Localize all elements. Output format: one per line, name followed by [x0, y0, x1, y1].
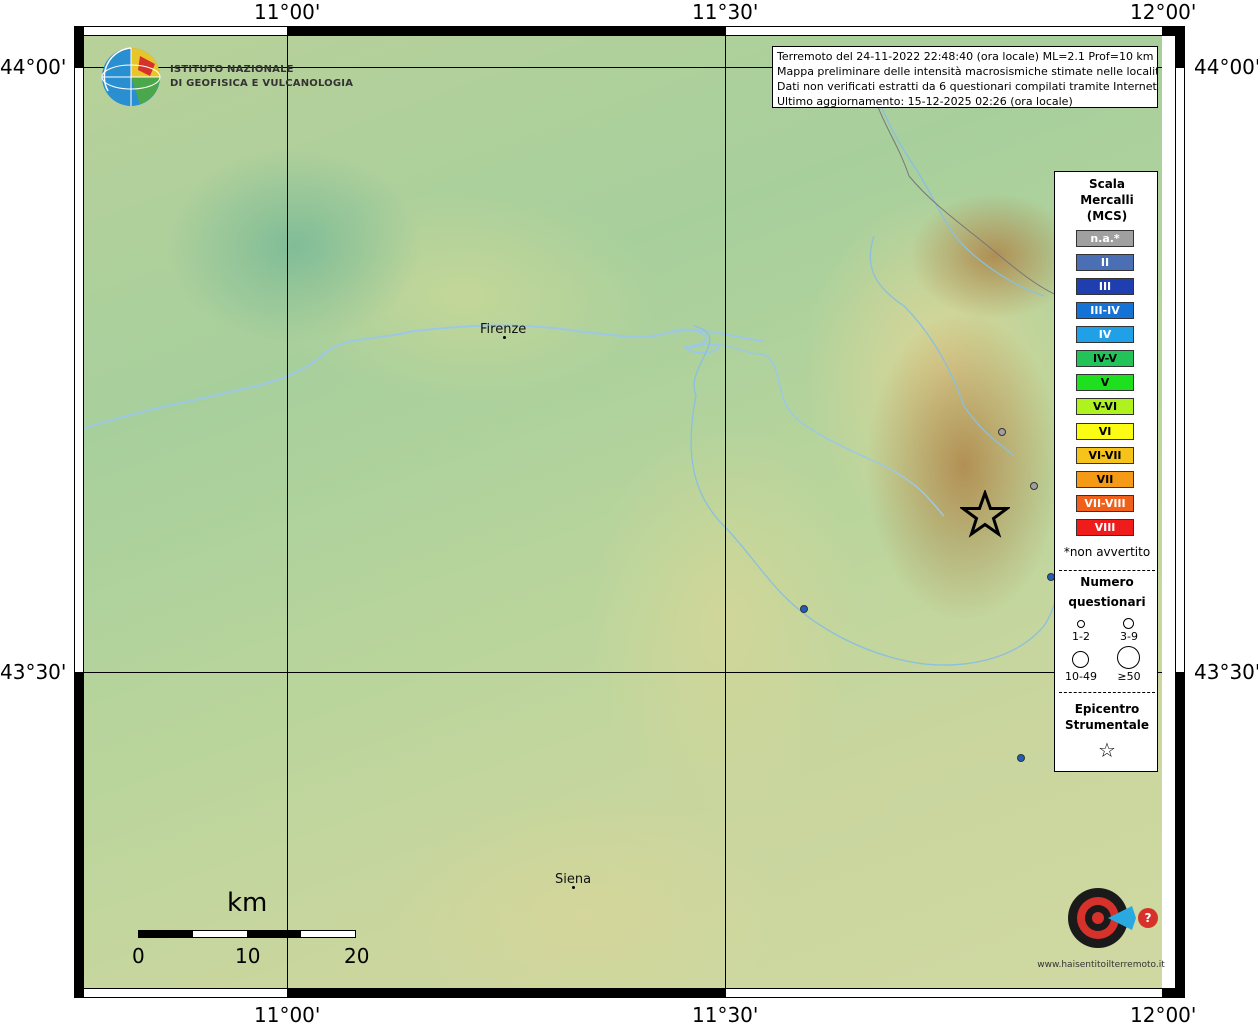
size-circle-3-9 — [1123, 618, 1134, 629]
frame-top-b — [287, 26, 725, 36]
coord-bottom-2: 11°30' — [692, 1003, 759, 1027]
legend-title-2: Mercalli — [1080, 193, 1134, 207]
coord-right-2: 43°30' — [1194, 660, 1258, 684]
place-label-firenze: Firenze — [480, 322, 527, 337]
legend-swatch-v: V — [1076, 374, 1134, 391]
haisentito-target-icon: ? — [1068, 888, 1158, 948]
ingv-globe-icon — [101, 47, 161, 106]
legend-title-1: Scala — [1088, 177, 1126, 191]
legend-count-title-1: Numero — [1080, 575, 1134, 589]
legend-count-title-2: questionari — [1068, 595, 1146, 609]
coord-top-1: 11°00' — [254, 0, 321, 24]
meridian-11-00 — [287, 36, 288, 988]
size-circle-10-49 — [1072, 651, 1089, 668]
coord-bottom-1: 11°00' — [254, 1003, 321, 1027]
legend-divider — [1059, 692, 1155, 693]
ingv-name-line1: ISTITUTO NAZIONALE — [170, 64, 294, 75]
river-arno — [84, 324, 765, 429]
place-dot-firenze — [503, 336, 506, 339]
legend-non-felt-note: *non avvertito — [1063, 545, 1151, 559]
coord-top-2: 11°30' — [692, 0, 759, 24]
frame-right-b — [1175, 67, 1185, 673]
legend-swatch-na: n.a.* — [1076, 230, 1134, 247]
size-circle-50 — [1117, 646, 1140, 669]
info-line-1: Terremoto del 24-11-2022 22:48:40 (ora l… — [777, 50, 1154, 63]
coord-top-3: 12°00' — [1130, 0, 1197, 24]
legend-swatch-iv-v: IV-V — [1076, 350, 1134, 367]
parallel-43-30 — [84, 672, 1162, 673]
legend-swatch-v-vi: V-VI — [1076, 398, 1134, 415]
observation-marker[interactable] — [998, 428, 1006, 436]
ingv-name-line2: DI GEOFISICA E VULCANOLOGIA — [170, 78, 354, 89]
size-label-1-2: 1-2 — [1072, 630, 1090, 643]
size-label-3-9: 3-9 — [1120, 630, 1138, 643]
legend-swatch-ii: II — [1076, 254, 1134, 271]
info-line-2: Mappa preliminare delle intensità macros… — [777, 65, 1158, 78]
legend-swatch-vii: VII — [1076, 471, 1134, 488]
legend-title-3: (MCS) — [1086, 209, 1128, 223]
frame-bottom-c — [725, 988, 1163, 998]
frame-right-c — [1175, 672, 1185, 998]
size-label-10-49: 10-49 — [1065, 670, 1097, 683]
haisentito-url: www.haisentitoilterremoto.it — [1037, 960, 1165, 970]
scale-tick-0: 0 — [132, 944, 145, 968]
info-line-4: Ultimo aggiornamento: 15-12-2025 02:26 (… — [777, 95, 1073, 108]
place-label-siena: Siena — [555, 872, 592, 887]
observation-marker[interactable] — [1017, 754, 1025, 762]
legend-epicenter-star-icon: ☆ — [1098, 738, 1116, 762]
frame-bottom-b — [287, 988, 725, 998]
frame-top-c — [725, 26, 1163, 36]
coord-left-1: 44°00' — [0, 55, 67, 79]
coord-bottom-3: 12°00' — [1130, 1003, 1197, 1027]
scale-tick-10: 10 — [235, 944, 261, 968]
river-upper — [689, 343, 945, 517]
frame-bottom-a — [74, 988, 288, 998]
legend-swatch-iii: III — [1076, 278, 1134, 295]
legend-swatch-vii-viii: VII-VIII — [1076, 495, 1134, 512]
scale-bar-graphic — [138, 930, 356, 938]
legend-swatch-iii-iv: III-IV — [1076, 302, 1134, 319]
scale-bar: km 0 10 20 — [132, 888, 372, 968]
legend-swatch-viii: VIII — [1076, 519, 1134, 536]
frame-left-a — [74, 26, 84, 68]
scale-tick-20: 20 — [344, 944, 370, 968]
coord-left-2: 43°30' — [0, 660, 67, 684]
frame-right-a — [1175, 26, 1185, 68]
size-label-50: ≥50 — [1117, 670, 1141, 683]
legend-epicenter-title-2: Strumentale — [1064, 718, 1150, 732]
svg-text:?: ? — [1145, 911, 1152, 925]
legend-epicenter-title-1: Epicentro — [1074, 702, 1140, 716]
ingv-logo: ISTITUTO NAZIONALE DI GEOFISICA E VULCAN… — [100, 46, 353, 108]
legend-swatch-iv: IV — [1076, 326, 1134, 343]
admin-border — [873, 95, 1065, 299]
region-boundary — [690, 85, 1065, 666]
place-dot-siena — [572, 886, 575, 889]
legend-divider — [1059, 570, 1155, 571]
frame-top-a — [74, 26, 288, 36]
frame-left-c — [74, 672, 84, 998]
frame-left-b — [74, 67, 84, 673]
meridian-11-30 — [725, 36, 726, 988]
legend-swatch-vi: VI — [1076, 423, 1134, 440]
observation-marker[interactable] — [800, 605, 808, 613]
info-line-3: Dati non verificati estratti da 6 questi… — [777, 80, 1158, 93]
scale-unit-label: km — [227, 888, 268, 918]
observation-marker[interactable] — [1030, 482, 1038, 490]
event-info-box: Terremoto del 24-11-2022 22:48:40 (ora l… — [772, 46, 1158, 108]
coord-right-1: 44°00' — [1194, 55, 1258, 79]
mcs-legend: Scala Mercalli (MCS) n.a.* II III III-IV… — [1054, 171, 1158, 772]
legend-swatch-vi-vii: VI-VII — [1076, 447, 1134, 464]
haisentito-logo: ? www.haisentitoilterremoto.it — [1036, 852, 1166, 976]
size-circle-1-2 — [1077, 620, 1085, 628]
epicenter-star-icon[interactable] — [960, 490, 1010, 538]
